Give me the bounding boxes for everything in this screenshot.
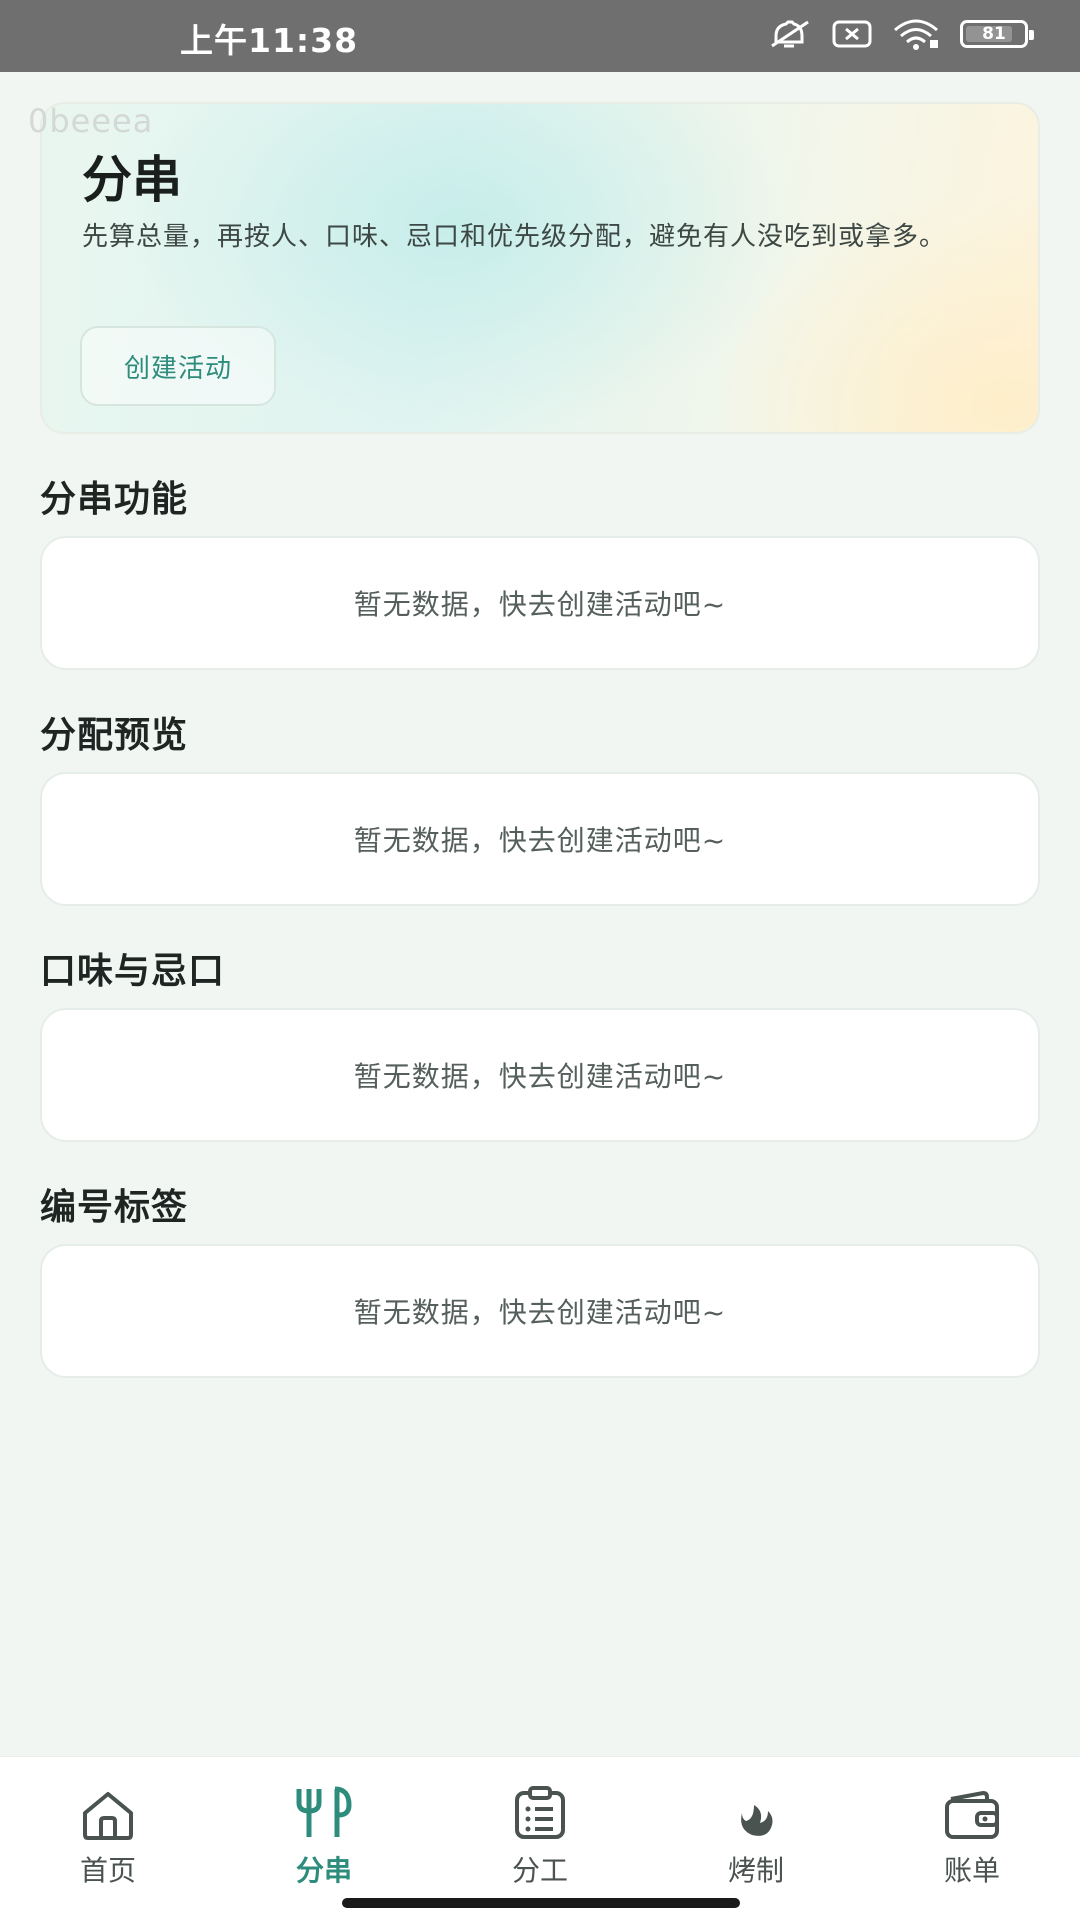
clipboard-icon: [515, 1786, 565, 1839]
hero-title: 分串: [82, 151, 182, 209]
wifi-icon: [894, 19, 938, 50]
empty-state-text: 暂无数据，快去创建活动吧~: [353, 1060, 727, 1093]
section-title-skewer-functions: 分串功能: [40, 479, 189, 520]
hero-description: 先算总量，再按人、口味、忌口和优先级分配，避免有人没吃到或拿多。: [82, 222, 947, 252]
nav-item-bill[interactable]: 账单: [864, 1757, 1080, 1907]
nav-label: 分工: [511, 1854, 568, 1887]
empty-state-text: 暂无数据，快去创建活动吧~: [353, 1296, 727, 1329]
status-icons: 81: [768, 18, 1034, 50]
status-time: 上午11:38: [180, 21, 359, 60]
nav-label: 账单: [943, 1854, 1000, 1887]
nav-label: 烤制: [727, 1854, 784, 1887]
nav-label: 分串: [295, 1854, 352, 1887]
home-icon: [83, 1792, 133, 1840]
nav-item-grill[interactable]: 烤制: [648, 1757, 864, 1907]
wallet-icon: [945, 1790, 999, 1839]
flame-icon: [741, 1805, 773, 1836]
empty-state-text: 暂无数据，快去创建活动吧~: [353, 824, 727, 857]
empty-card-skewer-functions: 暂无数据，快去创建活动吧~: [40, 536, 1040, 670]
sim-icon: [832, 20, 872, 48]
nav-item-home[interactable]: 首页: [0, 1757, 216, 1907]
battery-icon: 81: [960, 20, 1034, 48]
bottom-nav: 首页 分串 分工 烤制 账单: [0, 1756, 1080, 1920]
nav-label: 首页: [79, 1854, 136, 1887]
section-title-taste-taboo: 口味与忌口: [40, 951, 226, 992]
nav-item-division[interactable]: 分工: [432, 1757, 648, 1907]
battery-level: 81: [982, 24, 1006, 44]
empty-state-text: 暂无数据，快去创建活动吧~: [353, 588, 727, 621]
mute-icon: [771, 20, 809, 48]
empty-card-allocation-preview: 暂无数据，快去创建活动吧~: [40, 772, 1040, 906]
status-bar: 上午11:38 81: [0, 0, 1080, 72]
section-title-number-tags: 编号标签: [40, 1187, 189, 1228]
hero-card: 分串 先算总量，再按人、口味、忌口和优先级分配，避免有人没吃到或拿多。 创建活动: [40, 102, 1040, 434]
debug-overlay-text: 0beeea: [28, 102, 154, 140]
section-title-allocation-preview: 分配预览: [40, 715, 189, 756]
nav-item-skewer[interactable]: 分串: [216, 1757, 432, 1907]
fork-knife-icon: [296, 1786, 352, 1837]
empty-card-taste-taboo: 暂无数据，快去创建活动吧~: [40, 1008, 1040, 1142]
create-activity-button[interactable]: 创建活动: [80, 326, 276, 406]
empty-card-number-tags: 暂无数据，快去创建活动吧~: [40, 1244, 1040, 1378]
home-indicator[interactable]: [342, 1898, 740, 1908]
